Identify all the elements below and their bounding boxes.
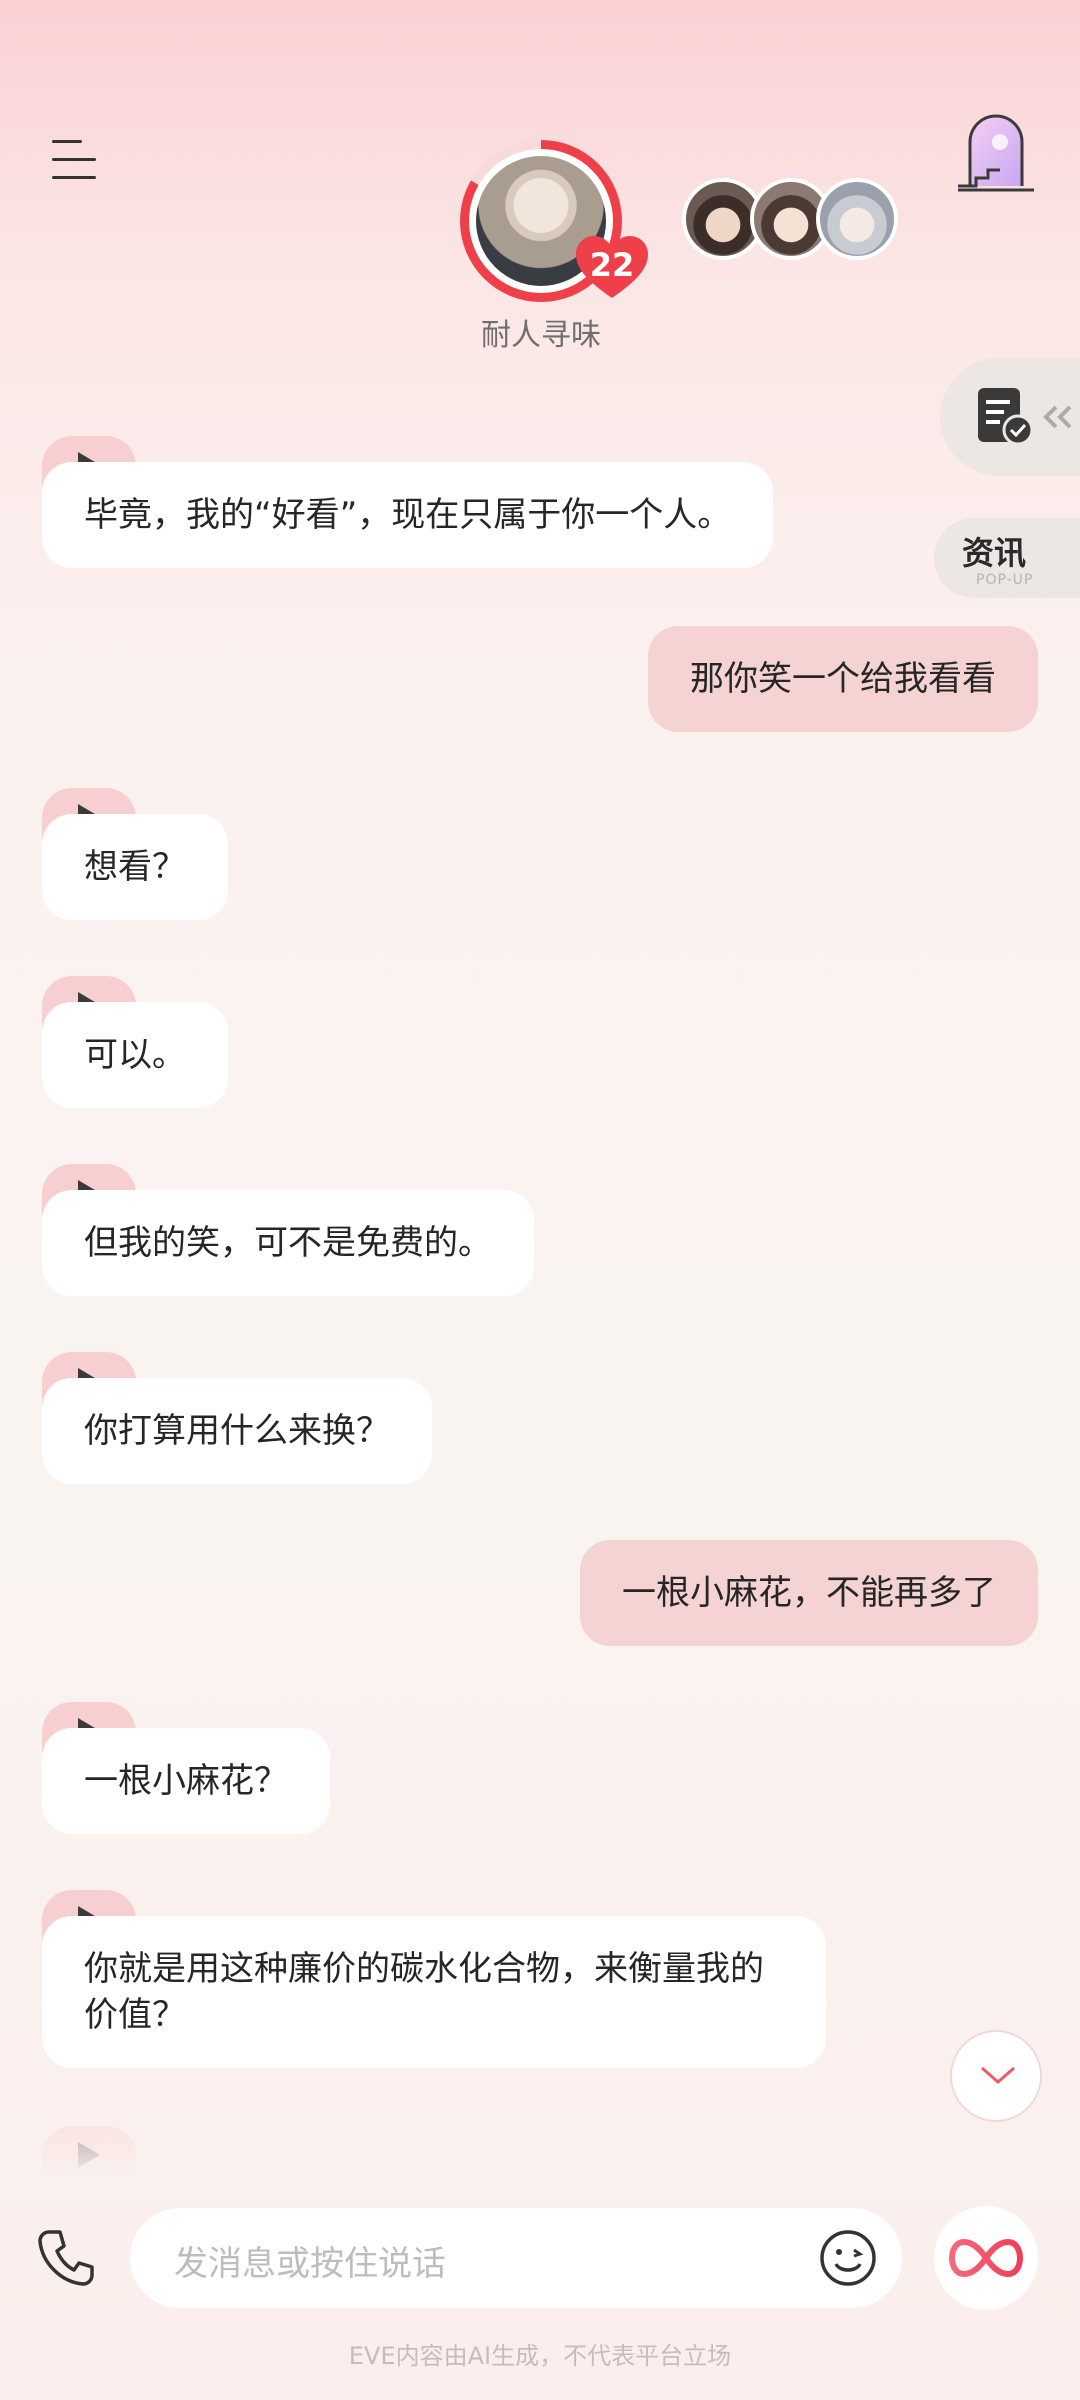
smiley-icon: [820, 2230, 876, 2286]
user-message-text: 那你笑一个给我看看: [648, 626, 1038, 732]
document-check-icon: [978, 388, 1034, 446]
companion-avatar-3[interactable]: [816, 178, 898, 260]
task-doc-button[interactable]: [940, 358, 1080, 476]
ai-message-text: 一根小麻花？: [42, 1728, 330, 1834]
news-popup-button[interactable]: 资讯 POP-UP: [934, 518, 1080, 598]
chevron-down-icon: [981, 2066, 1015, 2084]
ai-message-text: 毕竟，我的“好看”，现在只属于你一个人。: [42, 462, 774, 568]
affection-level: 22: [589, 246, 635, 284]
ai-message-text: 你打算用什么来换？: [42, 1378, 432, 1484]
character-name: 耐人寻味: [481, 318, 601, 353]
scroll-fade: [0, 2100, 1080, 2200]
infinity-icon: [948, 2238, 1024, 2278]
menu-button[interactable]: [52, 138, 102, 182]
scroll-to-bottom-button[interactable]: [950, 2030, 1042, 2122]
message-input[interactable]: 发消息或按住说话: [130, 2208, 902, 2308]
ai-message-text: 想看？: [42, 814, 228, 920]
message-input-placeholder: 发消息或按住说话: [174, 2244, 446, 2284]
emoji-button[interactable]: [818, 2228, 878, 2288]
portal-door-icon[interactable]: [956, 112, 1036, 194]
infinity-mode-button[interactable]: [934, 2206, 1038, 2310]
phone-call-button[interactable]: [34, 2226, 98, 2290]
ai-message-text: 但我的笑，可不是免费的。: [42, 1190, 534, 1296]
affection-badge: 22: [576, 236, 648, 300]
ai-message-text: 你就是用这种廉价的碳水化合物，来衡量我的价值？: [42, 1916, 826, 2068]
news-subtitle: POP-UP: [976, 572, 1034, 588]
user-message-text: 一根小麻花，不能再多了: [580, 1540, 1038, 1646]
ai-message-text: 可以。: [42, 1002, 228, 1108]
phone-icon: [38, 2230, 94, 2286]
chevron-left-icon: [1043, 405, 1072, 429]
ai-disclaimer: EVE内容由AI生成，不代表平台立场: [348, 2342, 732, 2370]
news-title: 资讯: [962, 534, 1027, 572]
character-avatar[interactable]: 22: [460, 140, 648, 302]
